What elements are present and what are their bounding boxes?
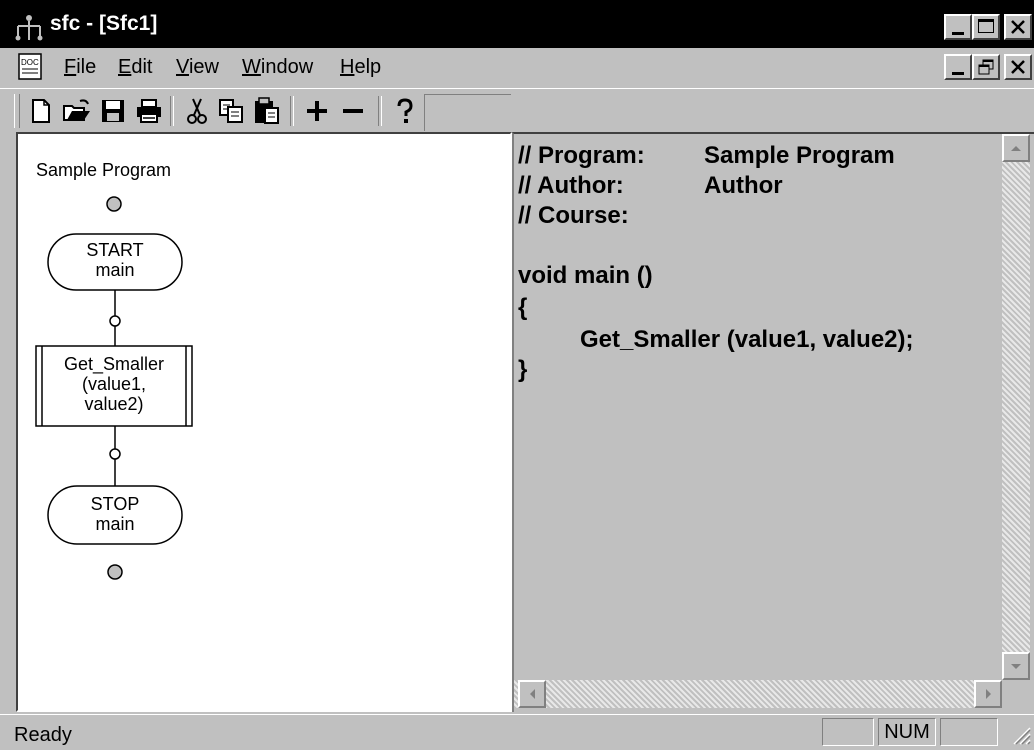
code-statement: Get_Smaller (value1, value2);: [580, 326, 914, 353]
cut-scissors-icon: [187, 98, 207, 124]
minimize-button[interactable]: [944, 14, 972, 40]
print-button[interactable]: [132, 95, 166, 127]
maximize-icon: [978, 19, 994, 33]
stop-node-line1: STOP: [90, 494, 140, 514]
close-icon: [1011, 20, 1025, 34]
stop-node-label: STOP main: [48, 494, 182, 534]
open-folder-icon: [63, 99, 90, 121]
horizontal-scrollbar[interactable]: [514, 680, 1002, 708]
menu-window-mnemonic: W: [242, 56, 261, 78]
status-panel-scroll: [940, 718, 998, 746]
vertical-scrollbar[interactable]: [1002, 134, 1030, 680]
minus-icon: [343, 109, 363, 113]
menu-edit-label: dit: [131, 56, 153, 78]
menu-view-mnemonic: V: [176, 56, 189, 78]
flow-connector-dot: [109, 448, 121, 460]
status-text: Ready: [14, 724, 72, 746]
save-disk-icon: [102, 100, 124, 122]
scrollbar-corner: [1002, 680, 1030, 708]
window-title: sfc - [Sfc1]: [50, 12, 158, 35]
scroll-left-button[interactable]: [518, 680, 546, 708]
cut-button[interactable]: [180, 95, 214, 127]
start-node-label: START main: [48, 240, 182, 280]
status-panel-caps: [822, 718, 874, 746]
open-button[interactable]: [60, 95, 94, 127]
up-arrow-icon: [1011, 146, 1021, 151]
add-button[interactable]: [300, 95, 334, 127]
flowchart-diagram[interactable]: [16, 132, 512, 712]
child-minimize-button[interactable]: [944, 54, 972, 80]
menu-bar: [0, 48, 1034, 88]
code-function-declaration: void main (): [518, 262, 653, 289]
remove-button[interactable]: [336, 95, 370, 127]
close-button[interactable]: [1004, 14, 1032, 40]
code-close-brace: }: [518, 356, 528, 383]
scroll-up-button[interactable]: [1002, 134, 1030, 162]
new-file-button[interactable]: [24, 95, 58, 127]
process-node-line1: Get_Smaller: [63, 354, 165, 374]
child-close-button[interactable]: [1004, 54, 1032, 80]
plus-icon: [307, 101, 327, 121]
menu-help-label: elp: [354, 56, 382, 78]
sfc-app-icon[interactable]: [14, 14, 44, 42]
toolbar-grip[interactable]: [14, 94, 20, 128]
down-arrow-icon: [1011, 664, 1021, 669]
maximize-button[interactable]: [972, 14, 1000, 40]
flow-connector-dot: [109, 315, 121, 327]
minimize-icon: [952, 32, 964, 35]
paste-button[interactable]: [250, 95, 284, 127]
process-node-line3: value2): [84, 394, 144, 414]
process-node-line2: (value1,: [81, 374, 147, 394]
menu-view-label: iew: [188, 56, 219, 78]
save-button[interactable]: [96, 95, 130, 127]
menu-edit-mnemonic: E: [118, 56, 132, 78]
print-icon: [137, 99, 161, 123]
code-author-comment: // Author:: [518, 172, 624, 199]
close-icon: [1011, 60, 1025, 74]
menu-file-mnemonic: F: [64, 56, 77, 78]
process-node-label: Get_Smaller (value1, value2): [36, 354, 192, 414]
menu-view[interactable]: View: [176, 56, 219, 79]
menu-help-mnemonic: H: [340, 56, 355, 78]
menu-edit[interactable]: Edit: [118, 56, 152, 79]
right-arrow-icon: [986, 689, 991, 699]
copy-button[interactable]: [214, 95, 248, 127]
stop-node-line2: main: [95, 514, 135, 534]
end-connector-node: [107, 564, 123, 580]
left-arrow-icon: [530, 689, 535, 699]
toolbar-spacer: [424, 94, 511, 131]
code-course-comment: // Course:: [518, 202, 629, 229]
svg-text:DOC: DOC: [21, 58, 39, 67]
menu-window[interactable]: Window: [242, 56, 313, 79]
menu-file[interactable]: File: [64, 56, 96, 79]
code-author-value: Author: [704, 172, 783, 199]
copy-icon: [219, 99, 243, 123]
restore-icon: [978, 59, 994, 75]
menu-file-label: ile: [76, 56, 97, 78]
scroll-down-button[interactable]: [1002, 652, 1030, 680]
code-program-value: Sample Program: [704, 142, 895, 169]
start-node-line2: main: [95, 260, 135, 280]
start-node-line1: START: [86, 240, 144, 260]
new-file-icon: [32, 99, 50, 123]
toolbar-separator: [170, 96, 174, 126]
menu-help[interactable]: Help: [340, 56, 381, 79]
scroll-right-button[interactable]: [974, 680, 1002, 708]
child-restore-button[interactable]: [972, 54, 1000, 80]
code-open-brace: {: [518, 294, 528, 321]
toolbar-separator: [378, 96, 382, 126]
start-connector-node: [106, 196, 122, 212]
help-button[interactable]: [388, 95, 422, 127]
code-program-comment: // Program:: [518, 142, 645, 169]
size-grip-icon[interactable]: [1008, 722, 1032, 746]
status-panel-num: NUM: [878, 718, 936, 746]
help-question-icon: [397, 98, 413, 123]
document-icon[interactable]: DOC: [18, 53, 44, 81]
paste-icon: [255, 97, 279, 124]
menu-window-label: indow: [260, 56, 314, 78]
toolbar-separator: [290, 96, 294, 126]
minimize-icon: [952, 72, 964, 75]
